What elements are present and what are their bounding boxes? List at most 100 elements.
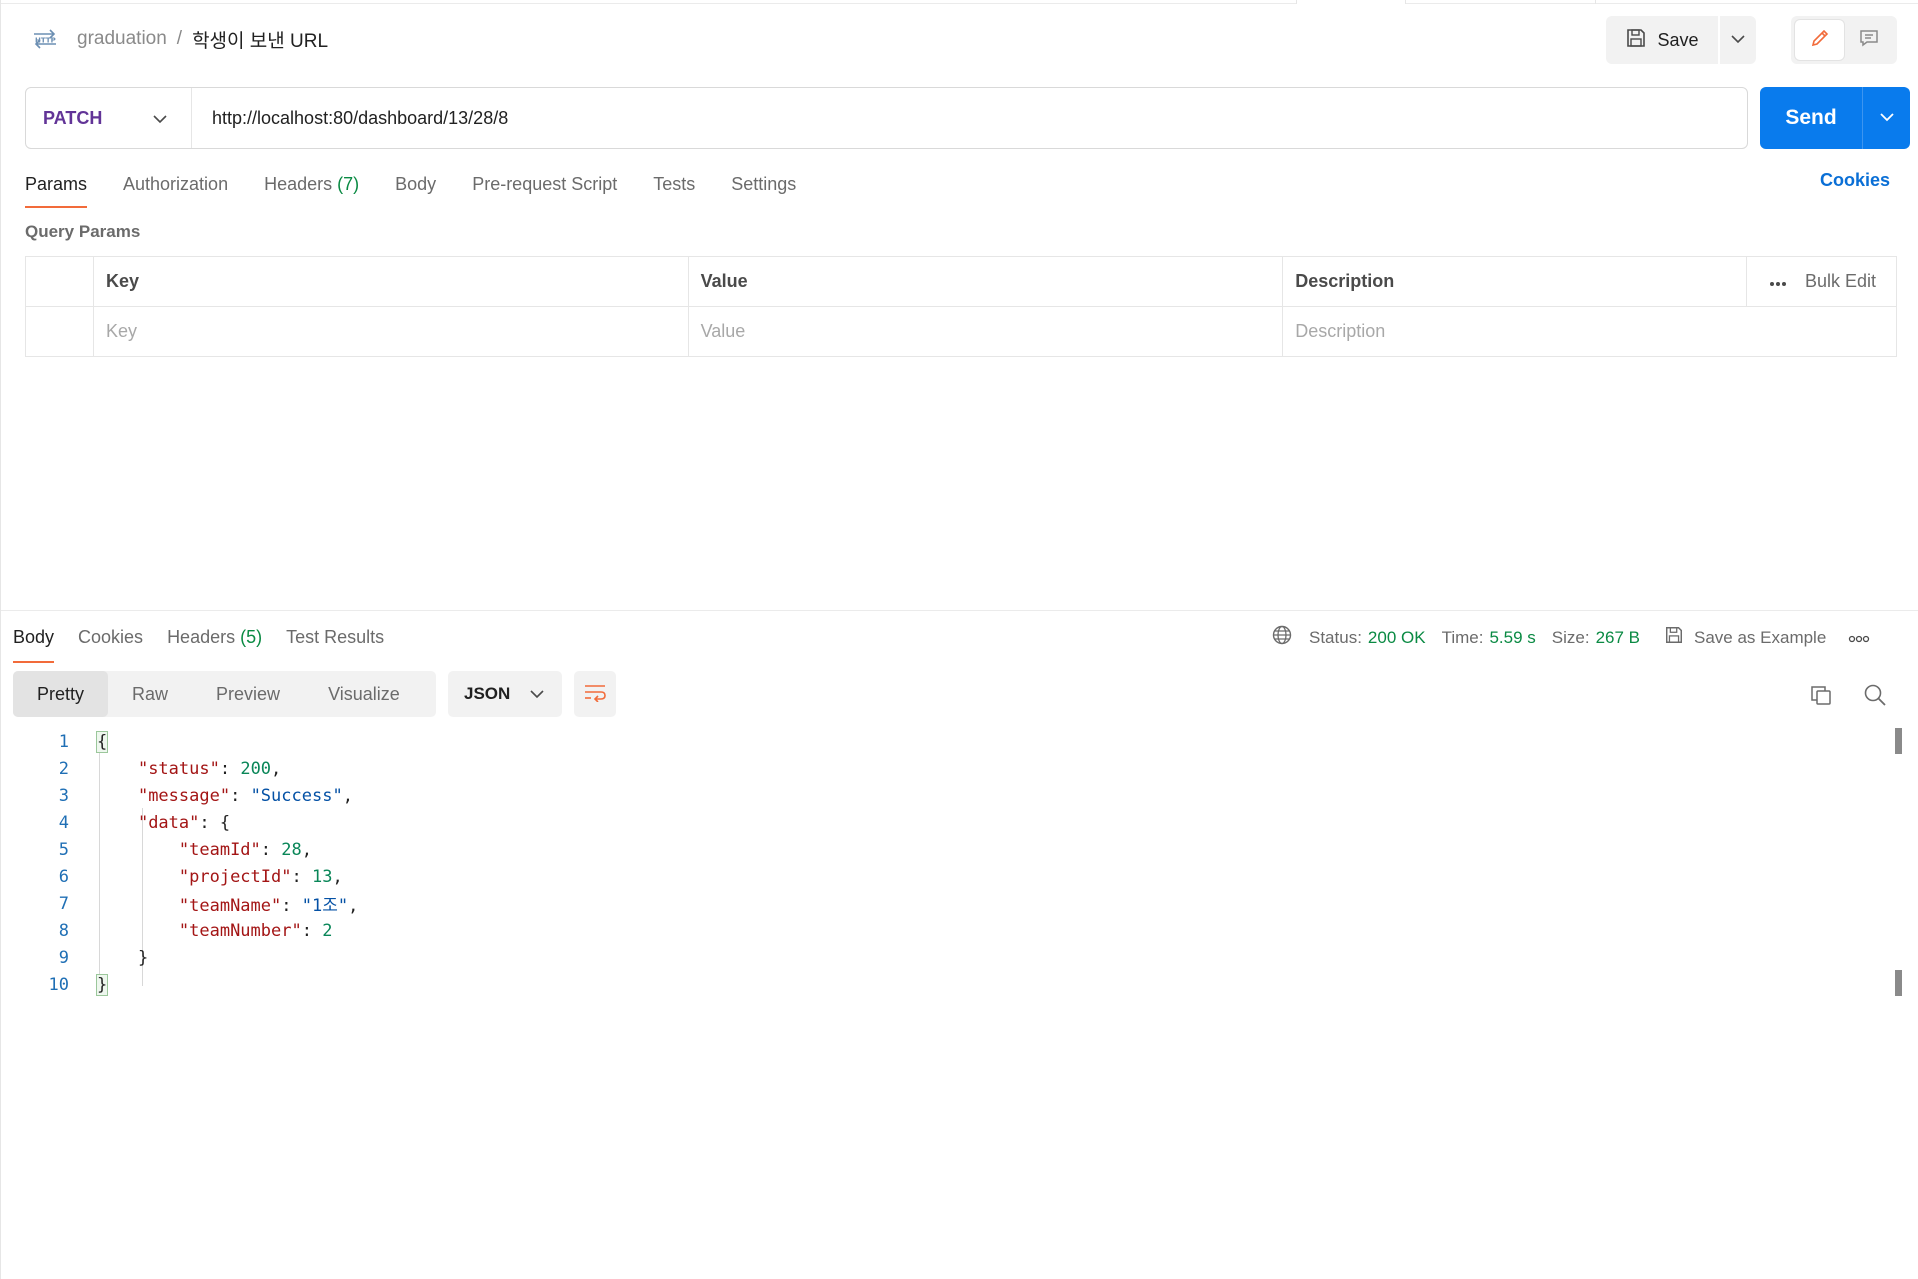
svg-text:HTTP: HTTP [35,37,56,45]
method-label: PATCH [43,107,103,128]
tab-test-results[interactable]: Test Results [286,621,384,663]
wrap-lines-button[interactable] [574,671,616,717]
comment-icon [1858,27,1880,54]
format-pretty[interactable]: Pretty [13,671,109,717]
url-input[interactable]: http://localhost:80/dashboard/13/28/8 [192,108,508,129]
pane-divider[interactable] [1,610,1918,611]
chevron-down-icon [1731,31,1745,49]
checkbox-header [25,256,94,307]
globe-icon[interactable] [1271,624,1293,651]
code-line: 2 "status": 200, [1,755,282,782]
time-value: 5.59 s [1489,627,1536,647]
open-tab-active[interactable] [1296,0,1406,4]
tab-response-headers[interactable]: Headers (5) [167,621,262,663]
line-number: 10 [48,974,69,995]
time-indicator[interactable]: Time: 5.59 s [1442,628,1536,648]
chevron-down-icon [1879,109,1894,127]
tab-settings[interactable]: Settings [731,168,796,210]
request-name[interactable]: 학생이 보낸 URL [192,26,328,53]
description-header: Description [1282,256,1747,307]
tab-headers[interactable]: Headers (7) [264,168,359,210]
format-preview[interactable]: Preview [192,671,304,717]
format-raw[interactable]: Raw [108,671,192,717]
language-select[interactable]: JSON [448,671,562,717]
line-number: 4 [58,812,69,833]
breadcrumb: graduation / 학생이 보낸 URL [77,26,328,52]
line-number: 3 [58,785,69,806]
key-header: Key [92,256,689,307]
save-as-example-button[interactable]: Save as Example [1664,625,1826,650]
cookies-link[interactable]: Cookies [1820,170,1890,191]
request-tabs: Params Authorization Headers (7) Body Pr… [25,168,832,210]
value-header: Value [687,256,1284,307]
code-line: 6 "projectId": 13, [1,863,343,890]
value-input[interactable]: Value [687,306,1284,357]
status-indicator[interactable]: Status: 200 OK [1309,628,1426,648]
bulk-edit-cell: Bulk Edit [1746,256,1897,307]
copy-icon[interactable] [1809,683,1833,712]
request-header: HTTP graduation / 학생이 보낸 URL Save [1,12,1918,66]
save-icon [1625,27,1647,54]
tab-response-body[interactable]: Body [13,621,55,663]
scrollbar-marker [1895,970,1902,996]
query-params-title: Query Params [25,222,141,241]
code-line: 5 "teamId": 28, [1,836,312,863]
size-indicator[interactable]: Size: 267 B [1552,628,1640,648]
response-meta: Status: 200 OK Time: 5.59 s Size: 267 B Sav… [1271,624,1870,651]
tab-tests[interactable]: Tests [653,168,695,210]
status-value: 200 OK [1367,627,1426,647]
more-options-icon[interactable] [1769,271,1787,292]
key-input[interactable]: Key [92,306,689,357]
save-icon [1664,625,1684,650]
description-input[interactable]: Description [1282,306,1897,357]
tab-params[interactable]: Params [25,168,88,210]
send-group: Send [1760,87,1910,149]
edit-mode-button[interactable] [1795,20,1844,60]
line-number: 6 [58,866,69,887]
code-line: 8 "teamNumber": 2 [1,917,333,944]
open-tab[interactable] [1406,0,1596,4]
size-value: 267 B [1595,627,1640,647]
send-button[interactable]: Send [1760,87,1862,149]
send-options-button[interactable] [1862,87,1910,149]
tab-body[interactable]: Body [395,168,436,210]
view-mode-toggle [1791,16,1897,64]
top-tab-strip [1,0,1918,4]
postman-request-view: HTTP graduation / 학생이 보낸 URL Save PATCH … [0,0,1918,1279]
chevron-down-icon [153,108,167,129]
method-select[interactable]: PATCH [26,88,192,148]
line-number: 8 [58,920,69,941]
code-line: 10 } [1,971,109,998]
url-bar: PATCH http://localhost:80/dashboard/13/2… [25,87,1748,149]
response-headers-count: (5) [240,627,263,647]
language-label: JSON [464,684,511,703]
wrap-lines-icon [583,682,607,707]
bulk-edit-button[interactable]: Bulk Edit [1805,271,1876,292]
line-number: 5 [58,839,69,860]
query-params-table: Key Value Description Bulk Edit Key Valu… [25,256,1897,357]
http-icon: HTTP [31,29,59,49]
tab-pre-request-script[interactable]: Pre-request Script [472,168,617,210]
format-visualize[interactable]: Visualize [304,671,424,717]
breadcrumb-separator: / [176,28,183,49]
save-button[interactable]: Save [1606,16,1718,64]
more-options-icon[interactable] [1848,628,1870,648]
save-options-button[interactable] [1720,16,1756,64]
line-number: 7 [58,893,69,914]
search-icon[interactable] [1863,683,1887,712]
chevron-down-icon [530,684,544,704]
scrollbar-marker [1895,728,1902,754]
breadcrumb-collection[interactable]: graduation [77,28,167,50]
tab-authorization[interactable]: Authorization [123,168,228,210]
response-tabs: Body Cookies Headers (5) Test Results [13,621,408,663]
format-tabs: Pretty Raw Preview Visualize [13,671,436,717]
row-checkbox[interactable] [25,306,94,357]
response-body-editor[interactable]: 1 { 2 "status": 200, 3 "message": "Succe… [1,728,1902,1268]
table-header-row: Key Value Description Bulk Edit [25,256,1897,307]
tab-response-cookies[interactable]: Cookies [78,621,143,663]
table-row: Key Value Description [25,306,1897,357]
comments-button[interactable] [1844,20,1893,60]
code-line: 3 "message": "Success", [1,782,353,809]
pencil-icon [1809,27,1831,54]
save-group: Save [1606,16,1756,64]
